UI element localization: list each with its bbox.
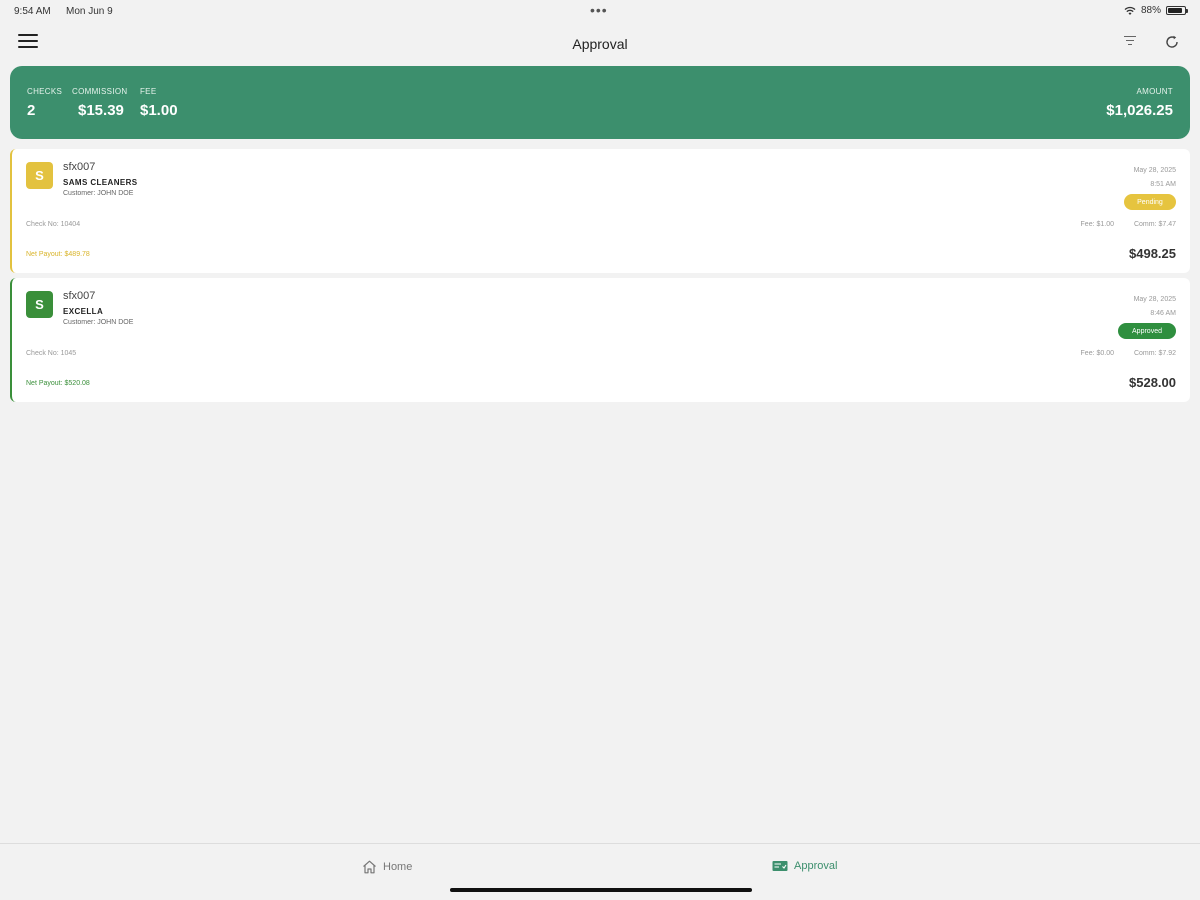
check-fee: Fee: $1.00 (1080, 221, 1114, 228)
check-number: Check No: 10404 (26, 221, 81, 228)
check-time: 8:46 AM (1150, 310, 1176, 317)
check-fee: Fee: $0.00 (1080, 350, 1114, 357)
checks-value: 2 (27, 102, 36, 119)
checks-stat: CHECKS 2 (27, 87, 62, 119)
battery-icon (1166, 6, 1188, 15)
app-screen: 9:54 AM Mon Jun 9 ••• 88% Approval CHECK… (0, 0, 1200, 900)
status-badge: Approved (1118, 323, 1176, 339)
home-indicator[interactable] (450, 888, 752, 892)
check-document-icon (772, 861, 788, 871)
customer-name: Customer: JOHN DOE (63, 319, 134, 326)
dollar-icon: S (26, 291, 53, 318)
merchant-name: EXCELLA (63, 307, 104, 316)
check-number: Check No: 1045 (26, 350, 77, 357)
check-amount: $498.25 (1129, 246, 1176, 261)
commission-label: COMMISSION (72, 87, 128, 96)
fee-label: FEE (140, 87, 157, 96)
summary-banner: CHECKS 2 COMMISSION $15.39 FEE $1.00 AMO… (10, 66, 1190, 139)
battery-percent: 88% (1140, 5, 1161, 16)
fee-stat: FEE $1.00 (140, 87, 178, 119)
page-title: Approval (572, 36, 628, 52)
status-time: 9:54 AM (14, 6, 51, 17)
status-date: Mon Jun 9 (66, 6, 113, 17)
status-badge: Pending (1124, 194, 1176, 210)
commission-value: $15.39 (78, 102, 124, 119)
merchant-code: sfx007 (63, 290, 96, 302)
check-time: 8:51 AM (1150, 181, 1176, 188)
merchant-name: SAMS CLEANERS (63, 178, 138, 187)
net-payout: Net Payout: $520.08 (26, 380, 90, 387)
tab-approval[interactable]: Approval (772, 860, 837, 872)
commission-stat: COMMISSION $15.39 (72, 87, 127, 119)
top-nav: Approval (0, 26, 1200, 62)
check-date: May 28, 2025 (1133, 296, 1176, 303)
refresh-icon[interactable] (1164, 34, 1180, 50)
tab-home[interactable]: Home (362, 860, 412, 874)
multitasking-dots[interactable]: ••• (590, 2, 608, 18)
wifi-icon (1124, 6, 1136, 15)
merchant-code: sfx007 (63, 161, 96, 173)
check-card-pending[interactable]: S sfx007 SAMS CLEANERS Customer: JOHN DO… (10, 149, 1190, 273)
fee-value: $1.00 (140, 102, 178, 119)
customer-name: Customer: JOHN DOE (63, 190, 134, 197)
amount-label: AMOUNT (1136, 87, 1173, 96)
net-payout: Net Payout: $489.78 (26, 251, 90, 258)
status-bar: 9:54 AM Mon Jun 9 ••• 88% (0, 0, 1200, 22)
filter-icon[interactable] (1122, 36, 1138, 50)
check-date: May 28, 2025 (1133, 167, 1176, 174)
check-commission: Comm: $7.92 (1133, 350, 1176, 357)
tab-approval-label: Approval (794, 860, 838, 872)
status-right: 88% (1124, 5, 1188, 16)
check-commission: Comm: $7.47 (1133, 221, 1176, 228)
tab-home-label: Home (383, 861, 413, 873)
amount-value: $1,026.25 (1106, 102, 1173, 119)
home-icon (363, 860, 376, 874)
check-amount: $528.00 (1129, 375, 1176, 390)
amount-stat: AMOUNT $1,026.25 (1106, 87, 1173, 119)
checks-label: CHECKS (27, 87, 63, 96)
check-card-approved[interactable]: S sfx007 EXCELLA Customer: JOHN DOE May … (10, 278, 1190, 402)
dollar-icon: S (26, 162, 53, 189)
